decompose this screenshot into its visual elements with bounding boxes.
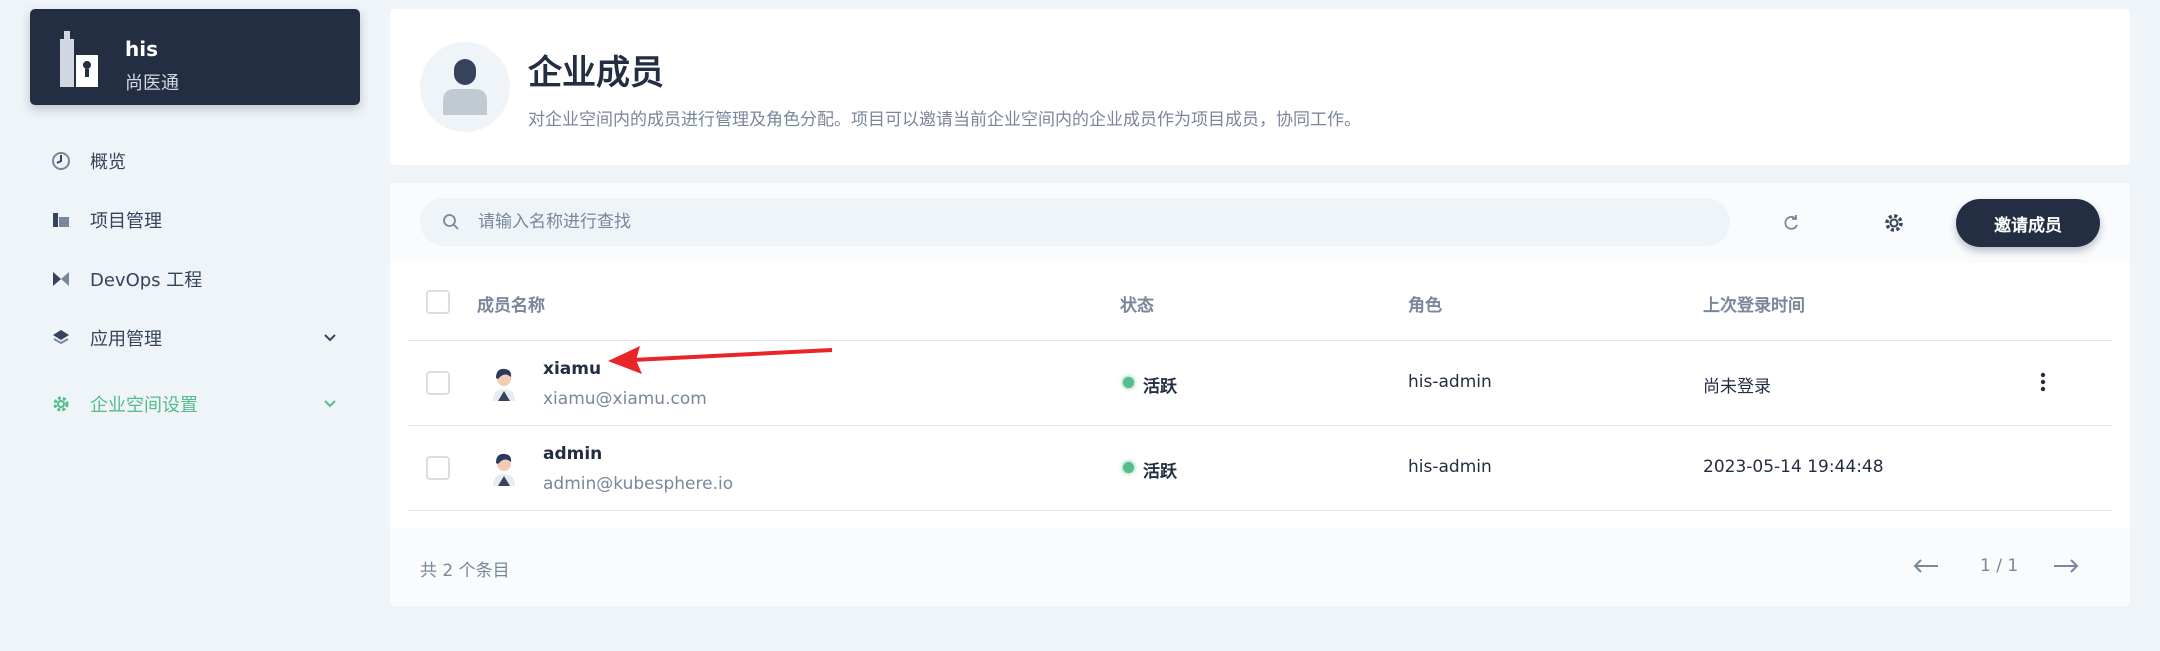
- select-all-checkbox[interactable]: [426, 290, 450, 314]
- row-checkbox[interactable]: [426, 371, 450, 395]
- member-icon: [420, 42, 510, 132]
- sidebar-item-workspace-settings[interactable]: 企业空间设置: [48, 384, 348, 424]
- chevron-down-icon: [324, 334, 336, 342]
- column-header-name[interactable]: 成员名称: [477, 291, 545, 316]
- search-bar[interactable]: [420, 198, 1730, 246]
- user-avatar-icon: [493, 453, 515, 486]
- table-row[interactable]: xiamu xiamu@xiamu.com 活跃 his-admin 尚未登录: [408, 341, 2112, 426]
- sidebar-item-label: DevOps 工程: [90, 270, 203, 291]
- total-count: 共 2 个条目: [420, 561, 510, 581]
- column-header-role[interactable]: 角色: [1408, 291, 1442, 316]
- workspace-subtitle: 尚医通: [125, 73, 179, 94]
- sidebar-item-label: 概览: [90, 152, 126, 173]
- page-header: 企业成员 对企业空间内的成员进行管理及角色分配。项目可以邀请当前企业空间内的企业…: [390, 9, 2130, 165]
- member-role: his-admin: [1408, 372, 1492, 392]
- devops-icon: [48, 266, 74, 292]
- sidebar-item-label: 企业空间设置: [90, 395, 198, 416]
- member-role: his-admin: [1408, 457, 1492, 477]
- member-status: 活跃: [1143, 462, 1177, 482]
- refresh-button[interactable]: [1775, 207, 1807, 239]
- user-avatar-icon: [493, 368, 515, 401]
- invite-member-button[interactable]: 邀请成员: [1956, 199, 2100, 247]
- member-email: xiamu@xiamu.com: [543, 389, 707, 409]
- member-last-login: 尚未登录: [1703, 377, 1771, 397]
- settings-button[interactable]: [1878, 207, 1910, 239]
- workspace-card[interactable]: his 尚医通: [30, 9, 360, 105]
- more-actions-button[interactable]: [2028, 367, 2058, 397]
- page-title: 企业成员: [528, 53, 664, 93]
- page-description: 对企业空间内的成员进行管理及角色分配。项目可以邀请当前企业空间内的企业成员作为项…: [528, 110, 1361, 130]
- table-footer: 共 2 个条目 1 / 1: [390, 528, 2130, 606]
- sidebar-item-projects[interactable]: 项目管理: [48, 200, 348, 240]
- layers-icon: [48, 325, 74, 351]
- page-indicator: 1 / 1: [1980, 556, 2019, 576]
- member-name[interactable]: xiamu: [543, 359, 601, 379]
- row-checkbox[interactable]: [426, 456, 450, 480]
- search-input[interactable]: [478, 212, 1678, 232]
- member-last-login: 2023-05-14 19:44:48: [1703, 457, 1884, 477]
- status-dot: [1123, 377, 1134, 388]
- status-dot: [1123, 462, 1134, 473]
- sidebar-item-label: 项目管理: [90, 211, 162, 232]
- dashboard-icon: [48, 148, 74, 174]
- next-page-arrow-icon[interactable]: [2050, 554, 2082, 578]
- members-table-card: 邀请成员 成员名称 状态 角色 上次登录时间 xiamu xiamu@xiamu…: [390, 183, 2130, 606]
- column-header-status[interactable]: 状态: [1120, 291, 1154, 316]
- gear-icon: [48, 391, 74, 417]
- table-row[interactable]: admin admin@kubesphere.io 活跃 his-admin 2…: [408, 426, 2112, 511]
- workspace-icon: [60, 31, 98, 87]
- search-icon: [443, 214, 459, 230]
- refresh-icon: [1784, 215, 1798, 230]
- table-header: 成员名称 状态 角色 上次登录时间: [408, 263, 2112, 341]
- column-header-last-login[interactable]: 上次登录时间: [1703, 291, 1805, 316]
- sidebar-item-devops[interactable]: DevOps 工程: [48, 259, 348, 299]
- member-name[interactable]: admin: [543, 444, 602, 464]
- table-toolbar: 邀请成员: [390, 183, 2130, 263]
- member-email: admin@kubesphere.io: [543, 474, 734, 494]
- sidebar-item-app-management[interactable]: 应用管理: [48, 318, 348, 358]
- chevron-down-icon: [324, 400, 336, 408]
- more-vertical-icon: [2040, 372, 2046, 392]
- gear-icon: [1885, 214, 1903, 232]
- previous-page-arrow-icon[interactable]: [1910, 554, 1942, 578]
- project-icon: [48, 207, 74, 233]
- workspace-name: his: [125, 37, 158, 61]
- member-status: 活跃: [1143, 377, 1177, 397]
- sidebar-item-overview[interactable]: 概览: [48, 141, 348, 181]
- sidebar-item-label: 应用管理: [90, 329, 162, 350]
